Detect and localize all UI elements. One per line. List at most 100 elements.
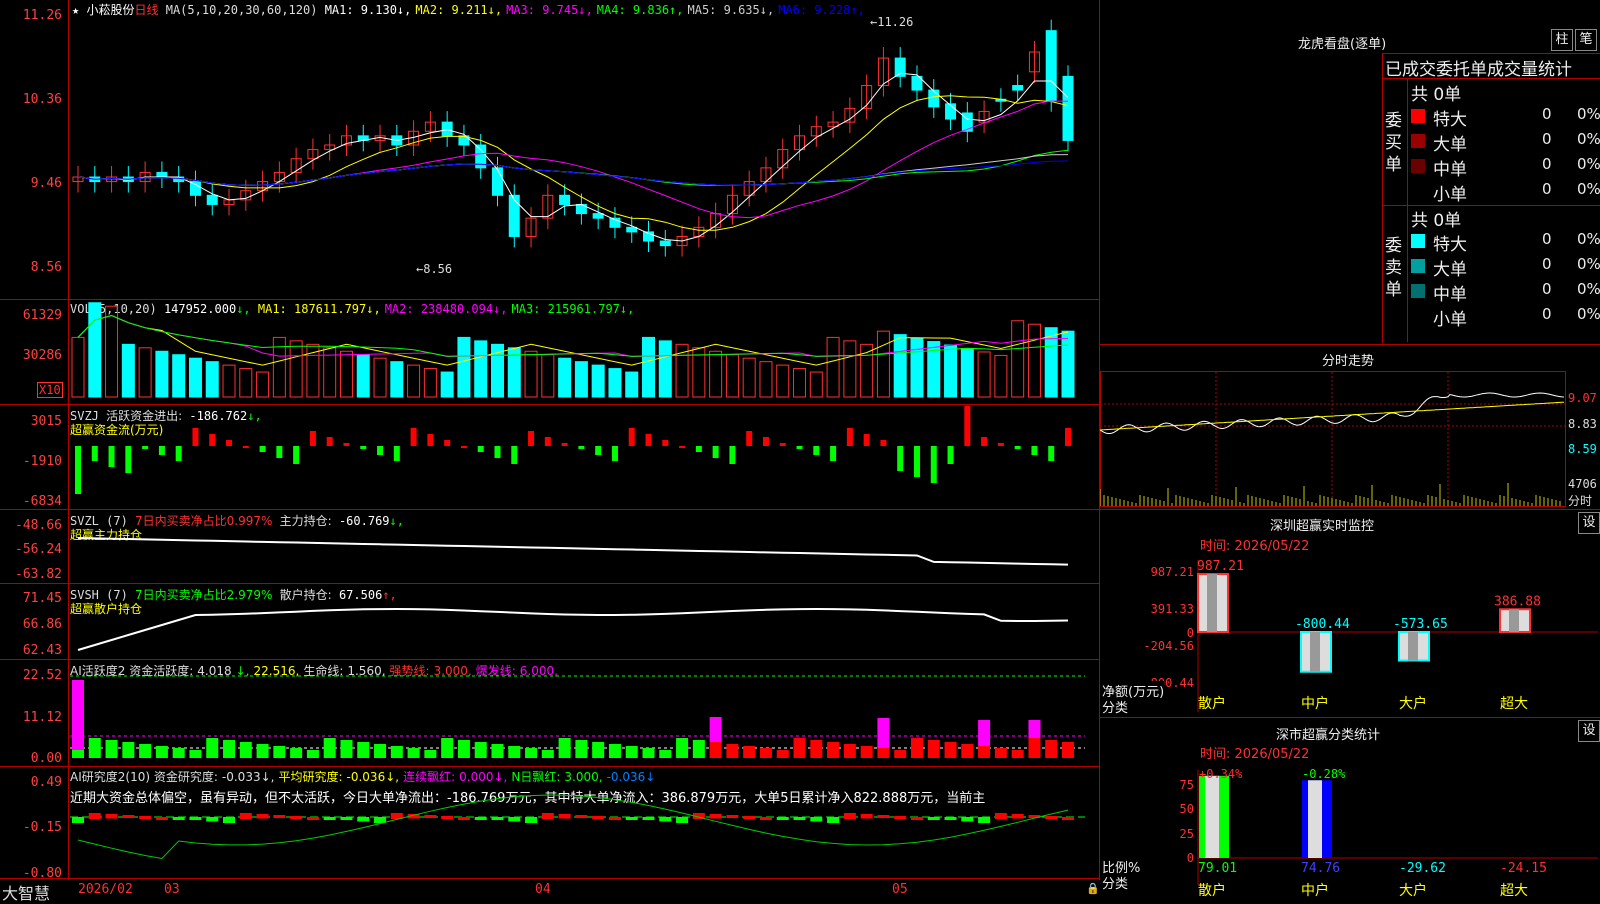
active-bar — [374, 744, 387, 758]
active-bar — [608, 744, 621, 758]
active-bar — [390, 746, 403, 758]
svzj-bar — [393, 446, 400, 461]
research-bar — [575, 815, 588, 818]
research-bar — [239, 813, 252, 819]
class-bar-chart[interactable]: 79.01 散户 74.76 中户 -29.62 大户 -24.15 超大 +0.34% -0.2… — [1100, 0, 1600, 900]
svzj-bar — [796, 446, 803, 449]
active-bar — [189, 750, 202, 758]
research-bar — [676, 817, 689, 823]
active-bar — [88, 738, 101, 758]
indicator-charts[interactable] — [0, 0, 1100, 900]
class-bar-value: -29.62 — [1399, 861, 1446, 876]
research-bar — [172, 817, 185, 820]
research-bar — [843, 813, 856, 819]
svzj-bar — [595, 446, 602, 455]
svzj-bar — [813, 446, 820, 455]
svzj-bar — [947, 446, 954, 464]
class-category-label: 大户 — [1399, 882, 1427, 899]
active-bar — [1011, 750, 1024, 758]
svzj-bar — [460, 446, 467, 448]
active-bar — [894, 750, 907, 758]
svzj-bar — [544, 437, 551, 446]
chart-area[interactable]: ★ 小菘股份日线 MA(5,10,20,30,60,120) MA1: 9.13… — [0, 0, 1100, 903]
active-bar — [105, 740, 118, 758]
svzj-bar — [930, 446, 937, 483]
svzj-bar — [561, 443, 568, 446]
svzj-bar — [645, 434, 652, 446]
active-bar — [525, 748, 538, 758]
research-bar — [877, 815, 890, 818]
active-bar — [692, 740, 705, 758]
research-bar — [625, 817, 638, 820]
svzj-bar — [293, 446, 300, 464]
svzj-bar — [108, 446, 115, 467]
svzj-bar — [981, 437, 988, 446]
active-bar — [743, 746, 756, 758]
active-bar — [508, 746, 521, 758]
svzj-bar — [863, 434, 870, 446]
svzj-bar — [91, 446, 98, 461]
active-bar — [155, 746, 168, 758]
research-bar — [290, 816, 303, 819]
svzj-bar — [528, 431, 535, 446]
research-bar — [827, 817, 840, 823]
svzj-bar — [578, 446, 585, 449]
active-bar — [659, 750, 672, 758]
active-bar — [139, 744, 152, 758]
svzj-bar — [611, 446, 618, 461]
active-bar — [541, 750, 554, 758]
class-bar-shade — [1205, 775, 1219, 858]
active-bar — [793, 738, 806, 758]
active-bar — [407, 748, 420, 758]
research-bar — [508, 817, 521, 822]
active-bar — [323, 738, 336, 758]
active-bar — [340, 740, 353, 758]
active-bar — [441, 738, 454, 758]
research-bar — [726, 815, 739, 818]
research-bar — [944, 817, 957, 820]
active-bar — [306, 750, 319, 758]
active-bar — [726, 744, 739, 758]
active-bar — [642, 748, 655, 758]
svzj-bar — [1014, 446, 1021, 449]
active-bar — [944, 742, 957, 758]
research-bar — [541, 813, 554, 819]
svzj-bar — [779, 443, 786, 446]
svzj-bar — [242, 446, 249, 448]
research-bar — [608, 817, 621, 820]
active-bar — [625, 746, 638, 758]
active-peak-bar — [709, 717, 722, 742]
active-bar — [491, 744, 504, 758]
date-tick-1: 2026/02 — [78, 882, 133, 897]
svzj-bar — [712, 446, 719, 458]
research-bar — [139, 816, 152, 819]
active-peak-bar — [978, 720, 991, 746]
svzj-bar — [377, 446, 384, 455]
class-category-label: 散户 — [1198, 882, 1226, 899]
svzj-bar — [444, 440, 451, 446]
svzj-bar — [762, 437, 769, 446]
active-bar — [592, 742, 605, 758]
active-bar — [72, 750, 84, 758]
research-bar — [189, 817, 202, 820]
research-bar — [206, 817, 219, 822]
active-bar — [978, 746, 991, 758]
svzj-bar — [880, 440, 887, 446]
svsh-line — [77, 607, 1069, 651]
active-bar — [575, 740, 588, 758]
active-bar — [994, 748, 1007, 758]
research-bar — [155, 817, 168, 820]
svzj-bar — [226, 440, 233, 446]
research-bar — [994, 813, 1007, 819]
research-bar — [1062, 817, 1074, 820]
svzj-bar — [326, 437, 333, 446]
lock-icon[interactable]: 🔒 — [1086, 882, 1100, 895]
active-bar — [290, 748, 303, 758]
class-bar-value: 79.01 — [1198, 861, 1237, 876]
class-top-label: -0.28% — [1302, 767, 1346, 781]
svzj-bar — [175, 446, 182, 461]
active-bar — [206, 738, 219, 758]
active-bar — [877, 748, 890, 758]
research-bar — [961, 817, 974, 822]
research-bar — [223, 817, 236, 823]
